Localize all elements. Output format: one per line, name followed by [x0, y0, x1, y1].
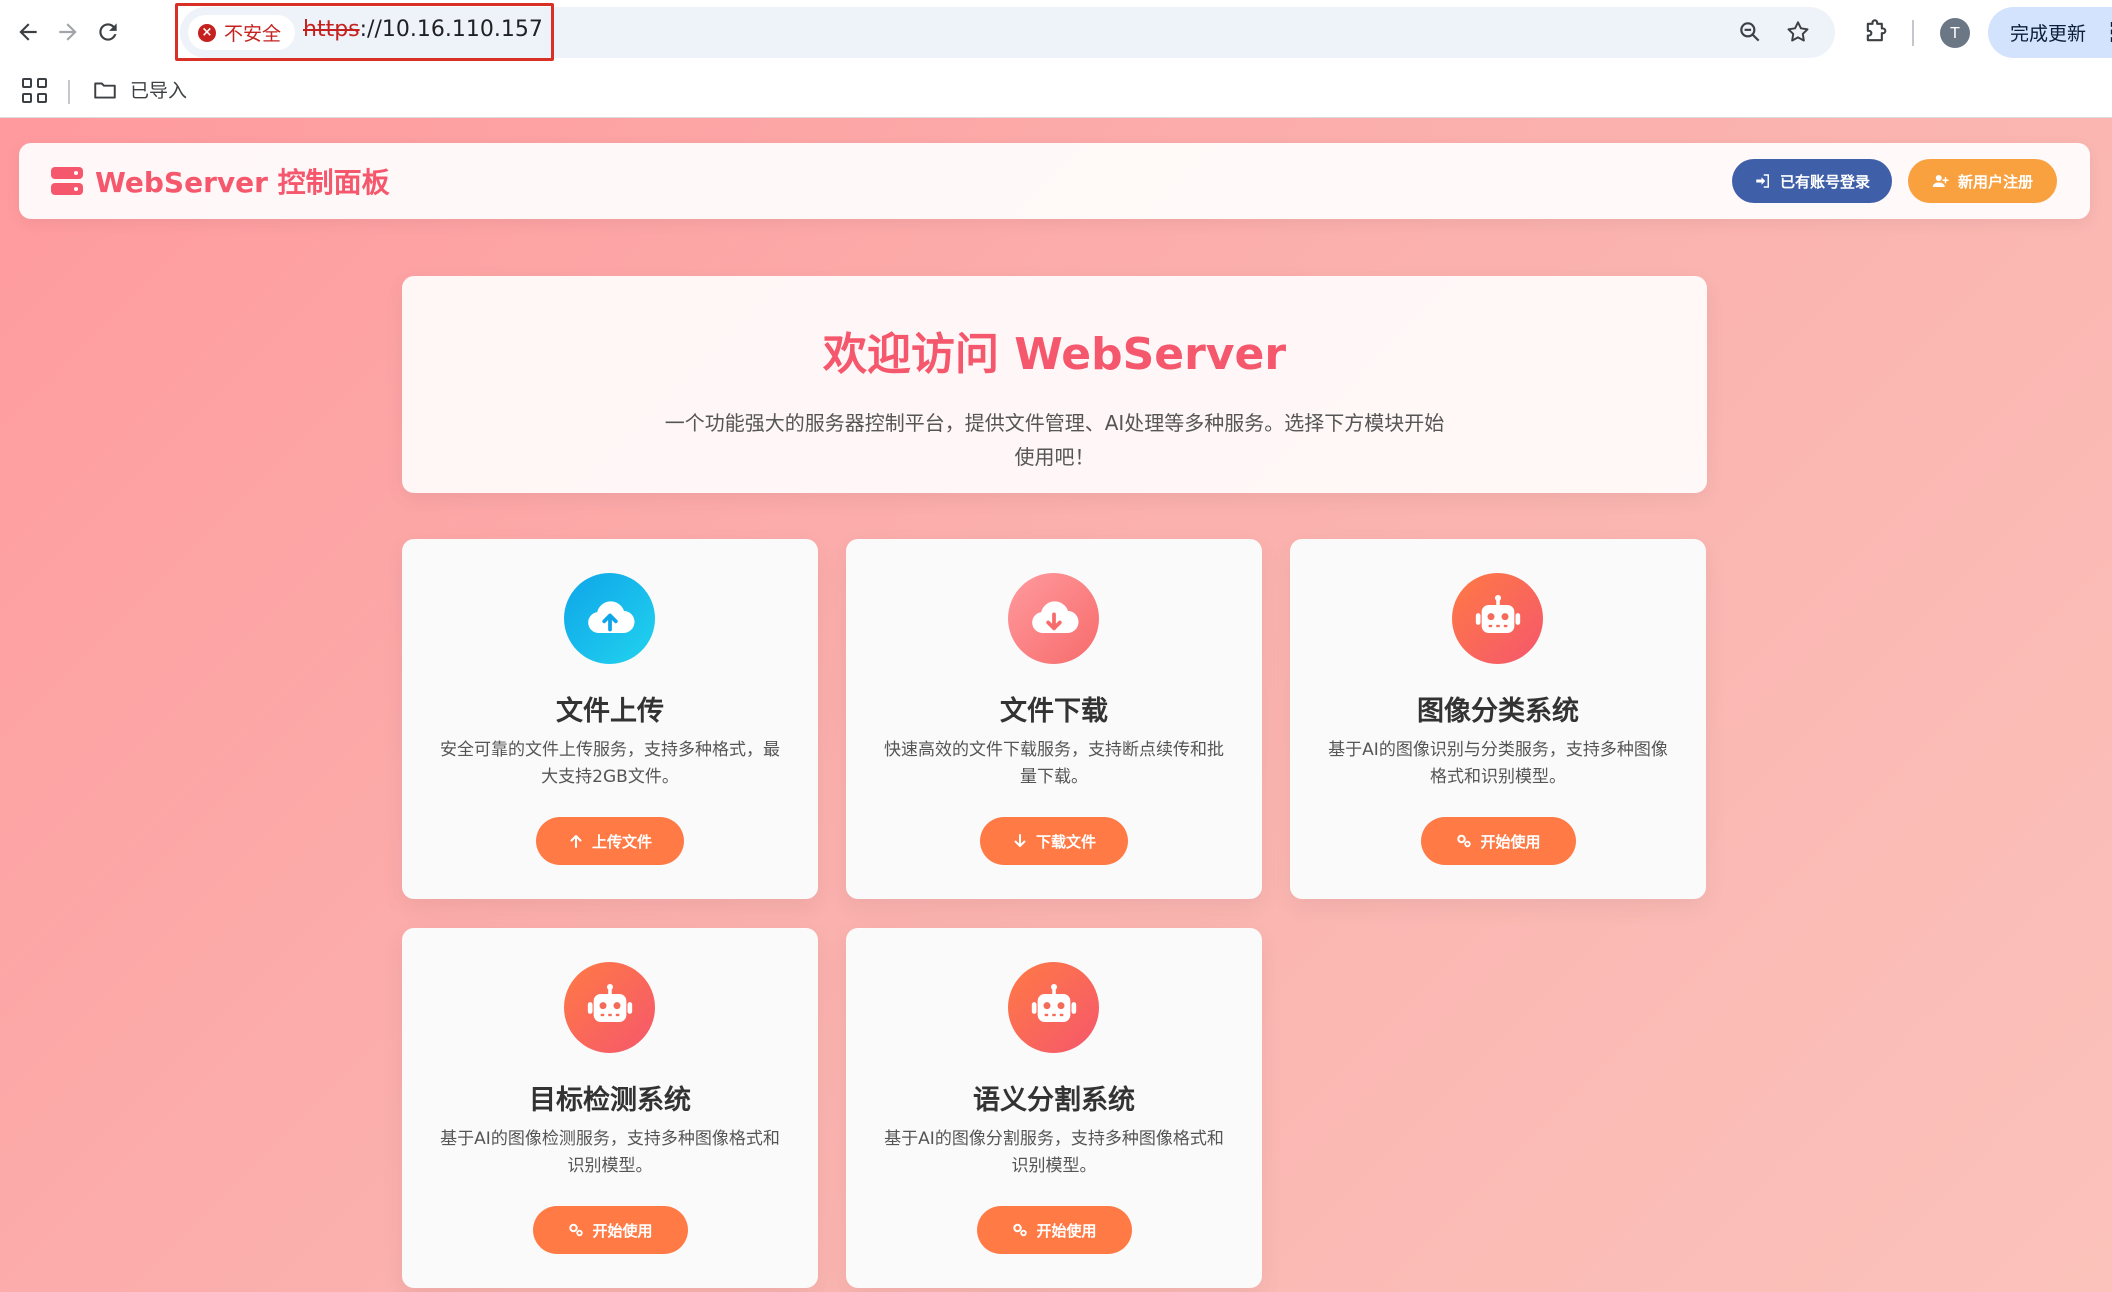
warning-icon: ×: [198, 23, 216, 42]
welcome-title: 欢迎访问 WebServer: [822, 329, 1287, 380]
cogs-icon: [569, 1223, 584, 1237]
card-title: 图像分类系统: [1417, 696, 1579, 727]
arrow-left-icon: [19, 23, 37, 41]
button-label: 下载文件: [1035, 832, 1096, 851]
user-plus-icon: [1932, 175, 1949, 187]
card-description: 基于AI的图像检测服务，支持多种图像格式和识别模型。: [440, 1129, 780, 1176]
card-title: 目标检测系统: [529, 1085, 691, 1116]
button-label: 上传文件: [591, 832, 652, 851]
service-card-detection: 目标检测系统 基于AI的图像检测服务，支持多种图像格式和识别模型。 开始使用: [402, 928, 818, 1288]
security-indicator[interactable]: × 不安全: [188, 15, 296, 50]
card-title: 文件上传: [556, 696, 664, 727]
welcome-panel: 欢迎访问 WebServer 一个功能强大的服务器控制平台，提供文件管理、AI处…: [402, 276, 1707, 493]
service-card-segmentation: 语义分割系统 基于AI的图像分割服务，支持多种图像格式和识别模型。 开始使用: [846, 928, 1262, 1288]
button-label: 开始使用: [1480, 832, 1541, 851]
robot-icon: [1452, 573, 1543, 664]
app-title: WebServer 控制面板: [95, 166, 390, 199]
forward-button[interactable]: [48, 12, 88, 52]
robot-icon: [1008, 962, 1099, 1053]
service-card-classification: 图像分类系统 基于AI的图像识别与分类服务，支持多种图像格式和识别模型。 开始使…: [1290, 539, 1706, 899]
welcome-description: 一个功能强大的服务器控制平台，提供文件管理、AI处理等多种服务。选择下方模块开始…: [664, 411, 1445, 469]
app-logo[interactable]: WebServer 控制面板: [51, 161, 390, 201]
card-description: 基于AI的图像识别与分类服务，支持多种图像格式和识别模型。: [1328, 740, 1668, 787]
reload-icon: [99, 23, 117, 41]
bookmark-folder-imported[interactable]: 已导入: [92, 76, 187, 103]
bookmarks-bar: 已导入: [0, 66, 2112, 118]
bookmarks-divider: [68, 80, 70, 104]
button-label: 开始使用: [1036, 1221, 1097, 1240]
profile-avatar[interactable]: T: [1940, 18, 1970, 48]
update-label: 完成更新: [2010, 23, 2087, 45]
arrow-down-icon: [1014, 834, 1026, 848]
back-button[interactable]: [8, 12, 48, 52]
card-title: 语义分割系统: [973, 1085, 1135, 1116]
more-menu-icon: ⋮: [2100, 18, 2112, 48]
card-description: 快速高效的文件下载服务，支持断点续传和批量下载。: [884, 740, 1224, 787]
service-card-download: 文件下载 快速高效的文件下载服务，支持断点续传和批量下载。 下载文件: [846, 539, 1262, 899]
page-body: WebServer 控制面板 已有账号登录 新用户注册 欢迎访问 WebServ…: [0, 118, 2112, 1292]
button-label: 开始使用: [592, 1221, 653, 1240]
upload-file-button[interactable]: 上传文件: [536, 817, 684, 865]
apps-grid-icon[interactable]: [22, 78, 50, 106]
card-description: 基于AI的图像分割服务，支持多种图像格式和识别模型。: [884, 1129, 1224, 1176]
cloud-upload-icon: [564, 573, 655, 664]
server-icon: [51, 167, 83, 195]
arrow-right-icon: [59, 23, 77, 41]
cloud-download-icon: [1008, 573, 1099, 664]
start-segmentation-button[interactable]: 开始使用: [977, 1206, 1132, 1254]
browser-toolbar: × 不安全 https://10.16.110.157 T 完成更新 ⋮: [0, 0, 2112, 66]
app-header: WebServer 控制面板 已有账号登录 新用户注册: [19, 143, 2090, 219]
start-classification-button[interactable]: 开始使用: [1421, 817, 1576, 865]
reload-button[interactable]: [88, 12, 128, 52]
robot-icon: [564, 962, 655, 1053]
start-detection-button[interactable]: 开始使用: [533, 1206, 688, 1254]
bookmark-folder-label: 已导入: [130, 80, 188, 102]
puzzle-icon: [1866, 19, 1887, 42]
toolbar-divider: [1912, 20, 1914, 46]
sign-in-icon: [1756, 174, 1769, 188]
zoom-button[interactable]: [1734, 16, 1766, 48]
security-label: 不安全: [224, 23, 282, 45]
cogs-icon: [1457, 834, 1472, 848]
url-scheme: https: [303, 17, 360, 42]
extensions-button[interactable]: [1860, 16, 1892, 48]
update-button[interactable]: 完成更新 ⋮: [1988, 7, 2112, 58]
url-host: ://10.16.110.157: [359, 17, 543, 42]
card-description: 安全可靠的文件上传服务，支持多种格式，最大支持2GB文件。: [440, 740, 780, 787]
card-title: 文件下载: [1000, 696, 1108, 727]
download-file-button[interactable]: 下载文件: [980, 817, 1128, 865]
register-button[interactable]: 新用户注册: [1908, 159, 2057, 203]
login-label: 已有账号登录: [1779, 172, 1870, 191]
login-button[interactable]: 已有账号登录: [1732, 159, 1892, 203]
cogs-icon: [1013, 1223, 1028, 1237]
folder-icon: [94, 82, 116, 99]
register-label: 新用户注册: [1957, 172, 2033, 191]
url-text[interactable]: https://10.16.110.157: [303, 17, 543, 42]
service-card-upload: 文件上传 安全可靠的文件上传服务，支持多种格式，最大支持2GB文件。 上传文件: [402, 539, 818, 899]
star-icon: [1787, 21, 1809, 42]
bookmark-star-button[interactable]: [1782, 16, 1814, 48]
zoom-icon: [1740, 22, 1760, 42]
arrow-up-icon: [570, 834, 582, 848]
